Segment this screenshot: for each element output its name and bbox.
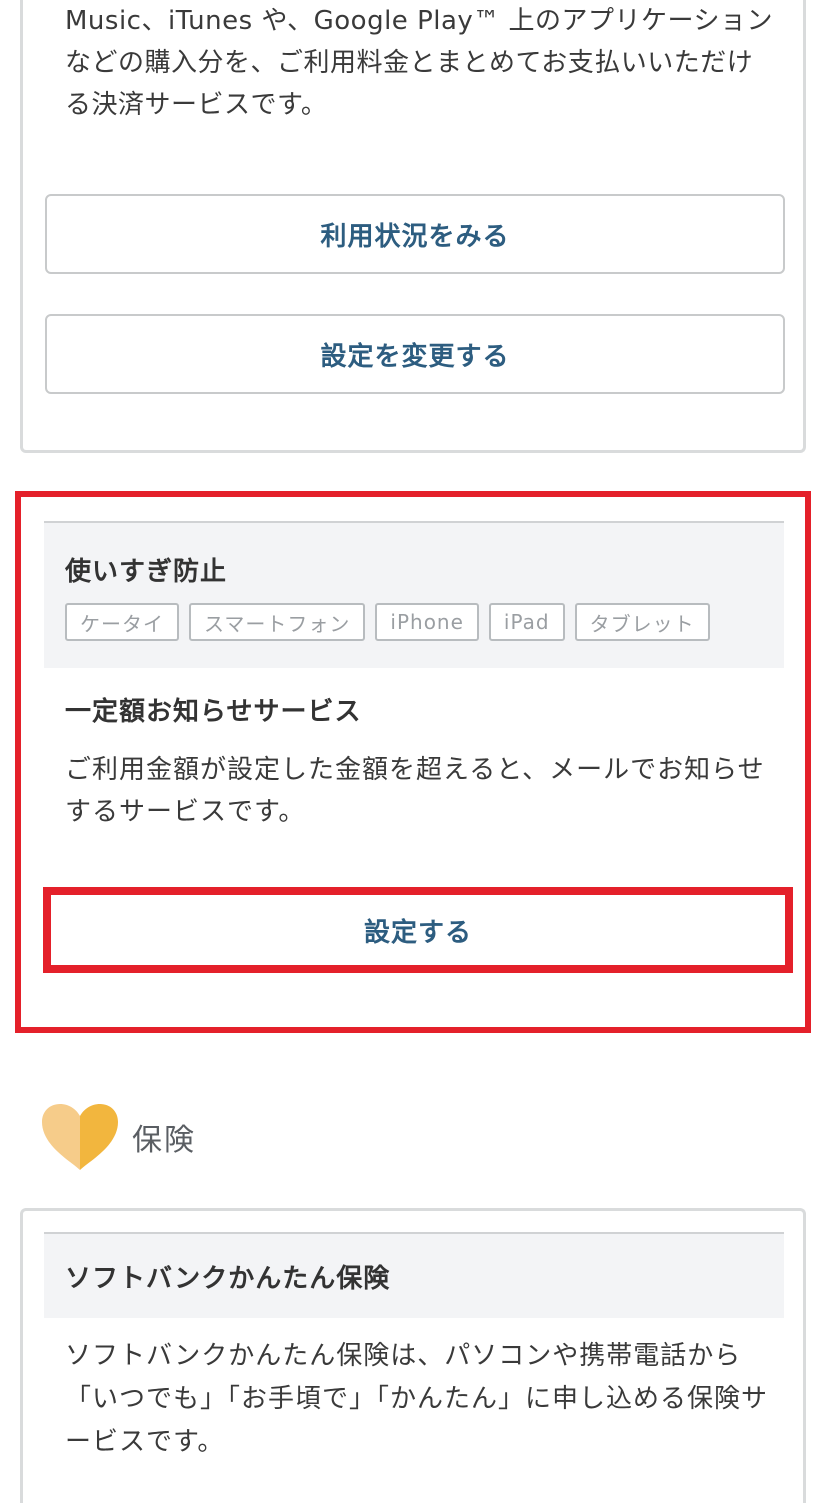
usage-alert-service-title: 一定額お知らせサービス	[65, 697, 362, 727]
insurance-section-heading: 保険	[42, 1104, 196, 1170]
device-tag-ipad: iPad	[488, 603, 565, 641]
insurance-card-title: ソフトバンクかんたん保険	[65, 1264, 391, 1294]
carrier-payment-card: Music、iTunes や、Google Play™ 上のアプリケーションなど…	[20, 0, 806, 453]
setup-button[interactable]: 設定する	[43, 887, 793, 973]
change-settings-button[interactable]: 設定を変更する	[45, 314, 785, 394]
usage-alert-card: 使いすぎ防止 ケータイ スマートフォン iPhone iPad タブレット 一定…	[15, 491, 811, 1033]
insurance-card: ソフトバンクかんたん保険 ソフトバンクかんたん保険は、パソコンや携帯電話から「い…	[20, 1208, 806, 1503]
usage-alert-service-description: ご利用金額が設定した金額を超えると、メールでお知らせするサービスです。	[65, 755, 765, 827]
device-tag-iphone: iPhone	[375, 603, 479, 641]
heart-icon	[42, 1104, 118, 1170]
usage-alert-card-header: 使いすぎ防止 ケータイ スマートフォン iPhone iPad タブレット	[44, 521, 784, 668]
view-usage-button[interactable]: 利用状況をみる	[45, 194, 785, 274]
carrier-payment-description: Music、iTunes や、Google Play™ 上のアプリケーションなど…	[65, 6, 774, 120]
insurance-card-header: ソフトバンクかんたん保険	[44, 1232, 784, 1318]
device-tag-tablet: タブレット	[574, 603, 710, 641]
insurance-card-description: ソフトバンクかんたん保険は、パソコンや携帯電話から「いつでも」「お手頃で」「かん…	[65, 1341, 769, 1457]
device-tag-smartphone: スマートフォン	[189, 603, 366, 641]
insurance-heading: 保険	[132, 1123, 196, 1158]
usage-alert-category: 使いすぎ防止	[65, 557, 228, 587]
device-tag-keitai: ケータイ	[65, 603, 179, 641]
page: Music、iTunes や、Google Play™ 上のアプリケーションなど…	[0, 0, 828, 1503]
device-tag-list: ケータイ スマートフォン iPhone iPad タブレット	[65, 603, 710, 641]
